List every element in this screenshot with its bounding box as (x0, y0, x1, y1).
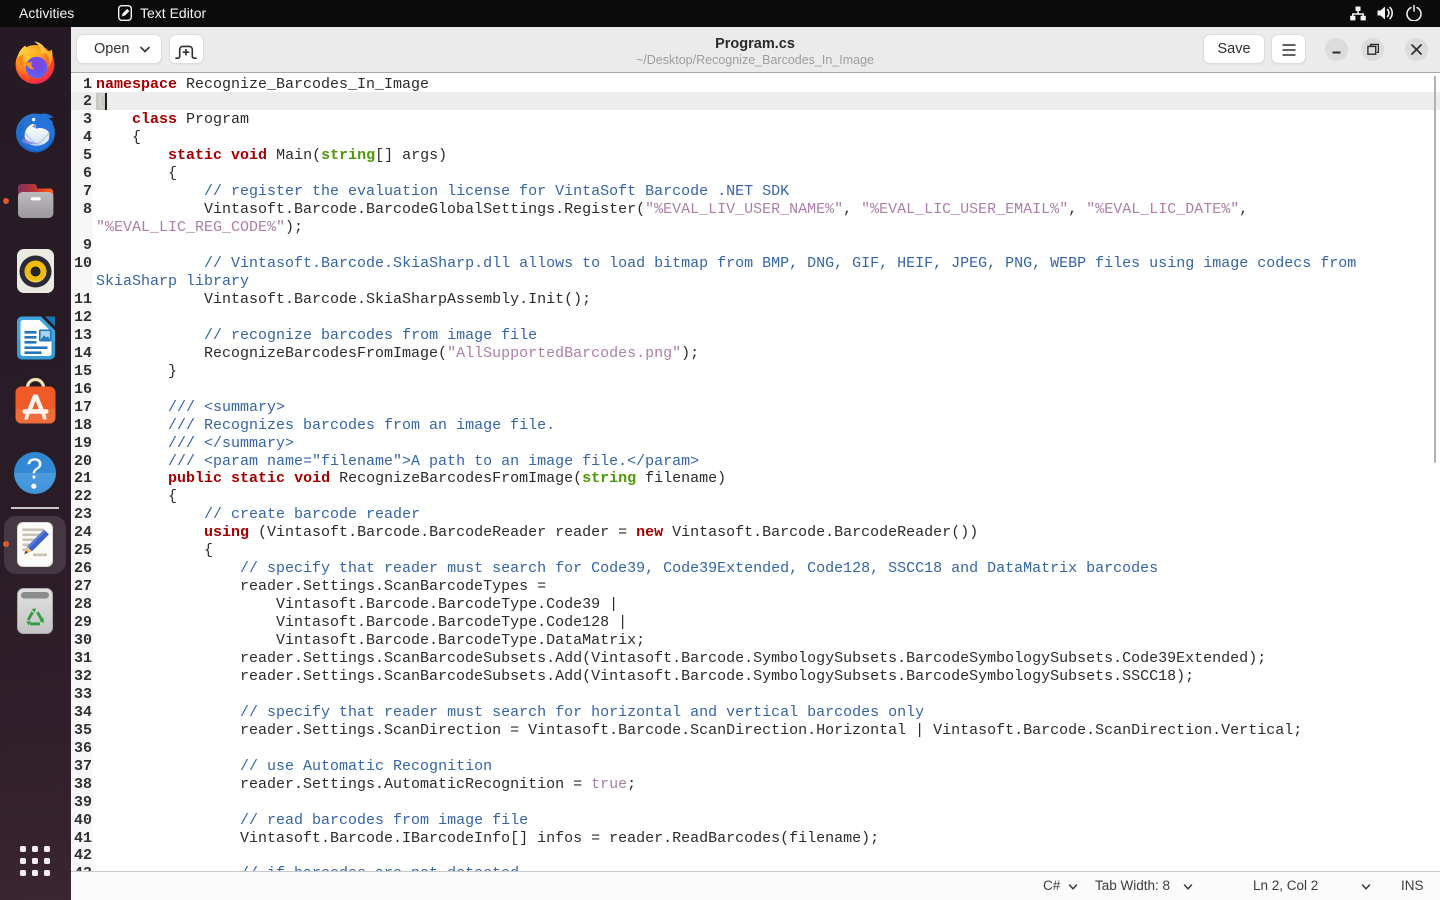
svg-text:?: ? (26, 454, 42, 486)
